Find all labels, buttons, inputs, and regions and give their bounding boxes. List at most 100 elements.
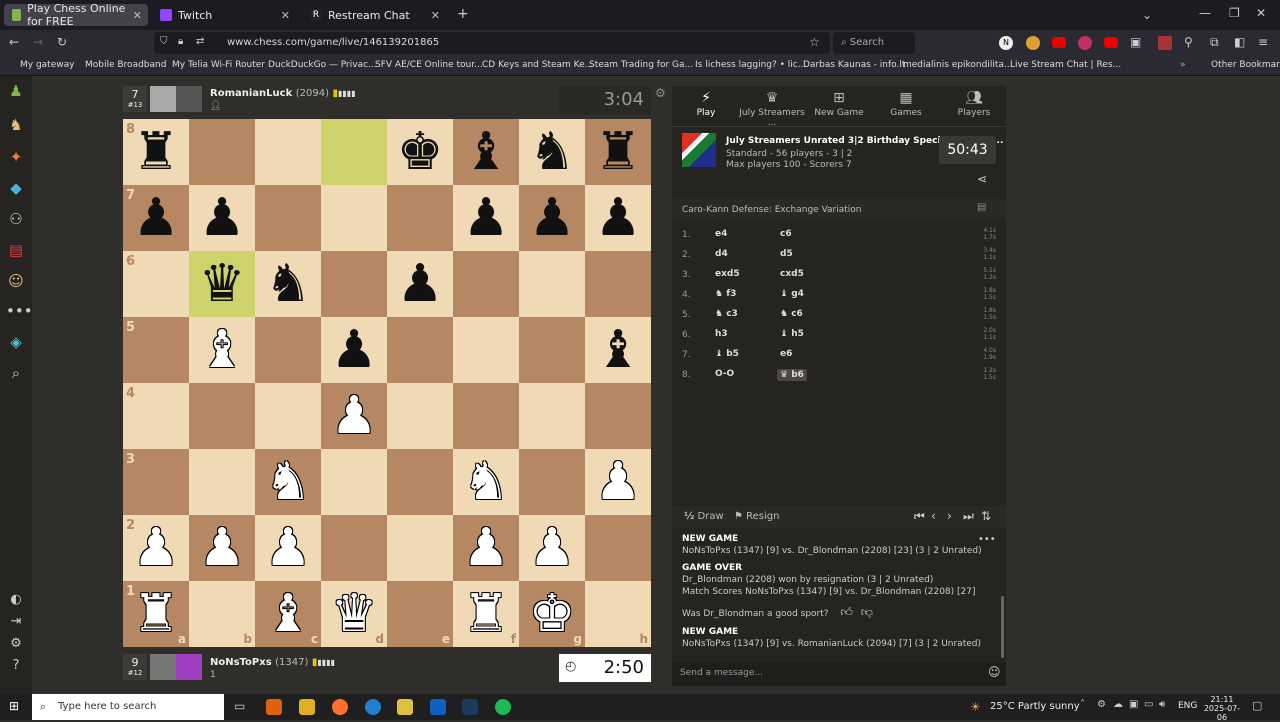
square-g8[interactable]: ♞	[519, 119, 585, 185]
square-h4[interactable]	[585, 383, 651, 449]
black-rook[interactable]: ♜	[585, 119, 651, 185]
square-h2[interactable]	[585, 515, 651, 581]
square-b5[interactable]: ♝	[189, 317, 255, 383]
weather-icon[interactable]: ☀	[970, 700, 981, 714]
white-pawn[interactable]: ♟	[519, 515, 585, 581]
tab-twitch[interactable]: Twitch ✕	[152, 4, 296, 26]
square-g7[interactable]: ♟	[519, 185, 585, 251]
task-view-icon[interactable]: ▭	[234, 699, 245, 713]
close-window-icon[interactable]: ✕	[1256, 6, 1266, 20]
white-pawn[interactable]: ♟	[255, 515, 321, 581]
board-settings-gear-icon[interactable]: ⚙	[655, 86, 666, 100]
shield-icon[interactable]: ⛉	[160, 36, 168, 47]
black-move[interactable]: d5	[780, 249, 793, 259]
square-e4[interactable]	[387, 383, 453, 449]
square-a2[interactable]: 2 ♟	[123, 515, 189, 581]
next-move-icon[interactable]: ›	[947, 509, 952, 523]
black-knight[interactable]: ♞	[519, 119, 585, 185]
black-pawn[interactable]: ♟	[519, 185, 585, 251]
store-icon[interactable]	[299, 699, 315, 715]
white-move[interactable]: ♞ c3	[715, 309, 738, 319]
chess-logo-icon[interactable]: ♟	[6, 82, 26, 102]
volume-icon[interactable]: 🔊︎	[1159, 699, 1165, 710]
address-bar[interactable]: ⛉ 🔒︎ ⇄ www.chess.com/game/live/146139201…	[154, 32, 830, 54]
square-a7[interactable]: 7 ♟	[123, 185, 189, 251]
binoculars-icon[interactable]: ⚇	[6, 210, 26, 230]
white-knight[interactable]: ♞	[255, 449, 321, 515]
thumbs-up-icon[interactable]: 👍︎	[837, 605, 853, 619]
url-text[interactable]: www.chess.com/game/live/146139201865	[227, 37, 439, 48]
square-c1[interactable]: c ♝	[255, 581, 321, 647]
bookmark-item[interactable]: medialinis epikondilita...	[903, 60, 1012, 70]
white-pawn[interactable]: ♟	[453, 515, 519, 581]
extension-pin-icon[interactable]: ⚲	[1184, 35, 1193, 49]
bookmark-item[interactable]: My gateway	[20, 60, 74, 70]
emoji-icon[interactable]: ☺	[988, 665, 1001, 679]
tray-icon[interactable]: ⚙	[1097, 699, 1106, 710]
chat-input[interactable]: Send a message... ☺	[672, 662, 1006, 686]
close-icon[interactable]: ✕	[133, 9, 142, 22]
black-move[interactable]: cxd5	[780, 269, 804, 279]
resign-button[interactable]: ⚑ Resign	[734, 511, 779, 522]
white-knight[interactable]: ♞	[453, 449, 519, 515]
book-icon[interactable]: ▤	[977, 202, 986, 213]
prev-move-icon[interactable]: ‹	[931, 509, 936, 523]
black-move[interactable]: ♛ b6	[777, 369, 807, 381]
tray-app-icon[interactable]: ▣	[1129, 699, 1138, 710]
watch-icon[interactable]: ◆	[6, 179, 26, 199]
white-queen[interactable]: ♛	[321, 581, 387, 647]
white-move[interactable]: ♝ b5	[715, 349, 739, 359]
square-e3[interactable]	[387, 449, 453, 515]
square-f3[interactable]: ♞	[453, 449, 519, 515]
tab-tournament[interactable]: ♛ July Streamers ...	[736, 86, 808, 128]
menu-icon[interactable]: ≡	[1258, 35, 1268, 49]
square-c6[interactable]: ♞	[255, 251, 321, 317]
black-king[interactable]: ♚	[387, 119, 453, 185]
extension-badge-icon[interactable]	[1158, 36, 1172, 50]
black-knight[interactable]: ♞	[255, 251, 321, 317]
extension-screen-icon[interactable]: ▣	[1130, 35, 1141, 49]
square-h7[interactable]: ♟	[585, 185, 651, 251]
square-g1[interactable]: g ♚	[519, 581, 585, 647]
square-f4[interactable]	[453, 383, 519, 449]
black-move[interactable]: ♝ g4	[780, 289, 804, 299]
square-h6[interactable]	[585, 251, 651, 317]
minimize-icon[interactable]: —	[1199, 6, 1211, 20]
tab-chess[interactable]: Play Chess Online for FREE ✕	[4, 2, 148, 28]
chess-board[interactable]: 8 ♜ ♚ ♝ ♞ ♜ 7 ♟ ♟ ♟ ♟ ♟ 6 ♛ ♞ ♟ 5 ♝ ♟ ♝ 4 ♟ 3 ♞ ♞ ♟ 2 ♟ ♟ ♟ ♟ ♟ 1 a ♜ b c ♝ d ♛…	[123, 119, 651, 647]
search-icon[interactable]: ⌕	[6, 364, 26, 384]
black-pawn[interactable]: ♟	[123, 185, 189, 251]
square-f7[interactable]: ♟	[453, 185, 519, 251]
white-move[interactable]: d4	[715, 249, 728, 259]
tab-players[interactable]: 👥︎ Players	[952, 86, 996, 126]
square-f2[interactable]: ♟	[453, 515, 519, 581]
black-bishop[interactable]: ♝	[453, 119, 519, 185]
avatar[interactable]	[150, 86, 202, 112]
player-username[interactable]: RomanianLuck	[210, 88, 292, 99]
spotify-icon[interactable]	[495, 699, 511, 715]
last-move-icon[interactable]: ⏭	[963, 509, 974, 524]
white-bishop[interactable]: ♝	[255, 581, 321, 647]
white-king[interactable]: ♚	[519, 581, 585, 647]
bookmark-item[interactable]: Darbas Kaunas - info.lt	[803, 60, 905, 70]
square-b7[interactable]: ♟	[189, 185, 255, 251]
square-d7[interactable]	[321, 185, 387, 251]
square-h8[interactable]: ♜	[585, 119, 651, 185]
white-pawn[interactable]: ♟	[189, 515, 255, 581]
edge-icon[interactable]	[365, 699, 381, 715]
black-queen[interactable]: ♛	[189, 251, 255, 317]
extensions-puzzle-icon[interactable]: ⧉	[1210, 35, 1219, 50]
player-username[interactable]: NoNsToPxs	[210, 657, 272, 668]
square-c2[interactable]: ♟	[255, 515, 321, 581]
square-d8[interactable]	[321, 119, 387, 185]
bookmark-item[interactable]: SFV AE/CE Online tour...	[375, 60, 483, 70]
theme-icon[interactable]: ◐	[6, 592, 26, 612]
square-b8[interactable]	[189, 119, 255, 185]
bookmark-item[interactable]: Live Stream Chat | Res...	[1010, 60, 1121, 70]
square-f8[interactable]: ♝	[453, 119, 519, 185]
black-pawn[interactable]: ♟	[387, 251, 453, 317]
black-pawn[interactable]: ♟	[453, 185, 519, 251]
square-b4[interactable]	[189, 383, 255, 449]
black-rook[interactable]: ♜	[123, 119, 189, 185]
weather-text[interactable]: 25°C Partly sunny	[990, 701, 1080, 712]
